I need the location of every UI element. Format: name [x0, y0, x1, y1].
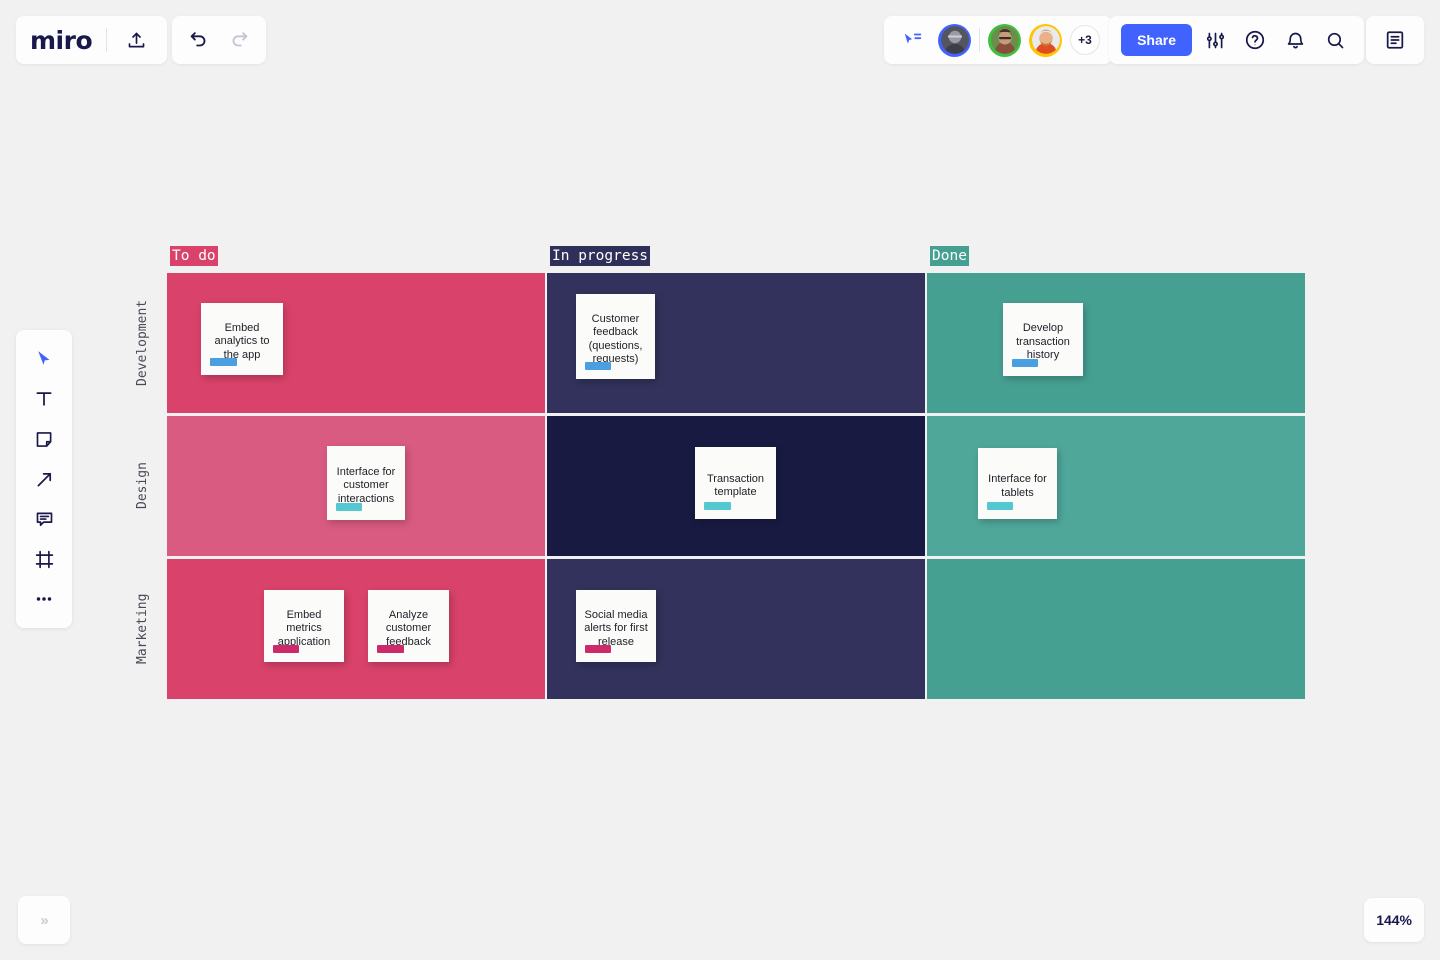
document-panel-icon[interactable] [1378, 23, 1412, 57]
sticky-note[interactable]: Develop transaction history [1003, 303, 1083, 376]
sticky-note-tag[interactable] [704, 502, 731, 510]
frame-icon[interactable] [24, 542, 64, 576]
sticky-note[interactable]: Embed analytics to the app [201, 303, 283, 375]
sticky-note-icon[interactable] [24, 422, 64, 456]
sliders-icon[interactable] [1198, 23, 1232, 57]
upload-icon[interactable] [119, 23, 153, 57]
board-cell-done-marketing[interactable] [927, 559, 1305, 699]
creation-toolbar [16, 330, 72, 628]
sticky-note-tag[interactable] [273, 645, 299, 653]
bell-icon[interactable] [1278, 23, 1312, 57]
cursor-share-icon[interactable] [896, 23, 930, 57]
board-cell-todo-marketing[interactable] [167, 559, 545, 699]
actions-toolbar-group: Share [1109, 16, 1364, 64]
avatar[interactable] [988, 23, 1021, 57]
sticky-note-tag[interactable] [210, 358, 237, 366]
ellipsis-icon[interactable] [24, 582, 64, 616]
sticky-note-tag[interactable] [585, 362, 611, 370]
avatar-image [1031, 26, 1060, 54]
column-header-done[interactable]: Done [930, 246, 969, 267]
row-label-marketing[interactable]: Marketing [135, 559, 150, 699]
collaborators-toolbar-group: +3 [884, 16, 1112, 64]
sticky-note[interactable]: Interface for customer interactions [327, 446, 405, 520]
sticky-note[interactable]: Transaction template [695, 447, 776, 519]
zoom-level-indicator[interactable]: 144% [1364, 898, 1424, 942]
row-label-development[interactable]: Development [135, 273, 150, 413]
row-label-design[interactable]: Design [135, 416, 150, 556]
sticky-note[interactable]: Customer feedback (questions, requests) [576, 294, 655, 379]
column-header-inprogress[interactable]: In progress [550, 246, 651, 267]
sticky-note-tag[interactable] [377, 645, 404, 653]
question-circle-icon[interactable] [1238, 23, 1272, 57]
board-cell-done-development[interactable] [927, 273, 1305, 413]
panel-toolbar-group [1366, 16, 1424, 64]
comment-bubble-icon[interactable] [24, 502, 64, 536]
miro-board-app: To do In progress Done Development Design Mar… [0, 0, 1440, 960]
arrow-diagonal-icon[interactable] [24, 462, 64, 496]
divider [106, 28, 108, 52]
divider [979, 28, 980, 52]
redo-icon[interactable] [222, 23, 256, 57]
avatar[interactable] [1029, 23, 1062, 57]
avatar[interactable] [938, 23, 971, 57]
column-header-todo[interactable]: To do [170, 246, 218, 267]
expand-panel-button[interactable]: » [18, 896, 70, 944]
undo-icon[interactable] [182, 23, 216, 57]
logo-toolbar-group: miro [16, 16, 168, 64]
sticky-note[interactable]: Analyze customer feedback [368, 590, 449, 662]
sticky-note-tag[interactable] [1012, 359, 1038, 367]
sticky-note[interactable]: Interface for tablets [978, 448, 1057, 519]
text-t-icon[interactable] [24, 382, 64, 416]
cursor-arrow-icon[interactable] [24, 342, 64, 376]
avatar-image [990, 26, 1019, 54]
undo-redo-toolbar-group [172, 16, 266, 64]
sticky-note[interactable]: Social media alerts for first release [576, 590, 656, 662]
miro-logo[interactable]: miro [30, 28, 94, 53]
sticky-note-tag[interactable] [987, 502, 1013, 510]
sticky-note-tag[interactable] [585, 645, 611, 653]
search-icon[interactable] [1318, 23, 1352, 57]
share-button[interactable]: Share [1121, 24, 1192, 56]
sticky-note-tag[interactable] [336, 503, 362, 511]
collaborator-overflow-count[interactable]: +3 [1070, 25, 1100, 55]
avatar-image [940, 26, 969, 54]
sticky-note[interactable]: Embed metrics application [264, 590, 344, 662]
